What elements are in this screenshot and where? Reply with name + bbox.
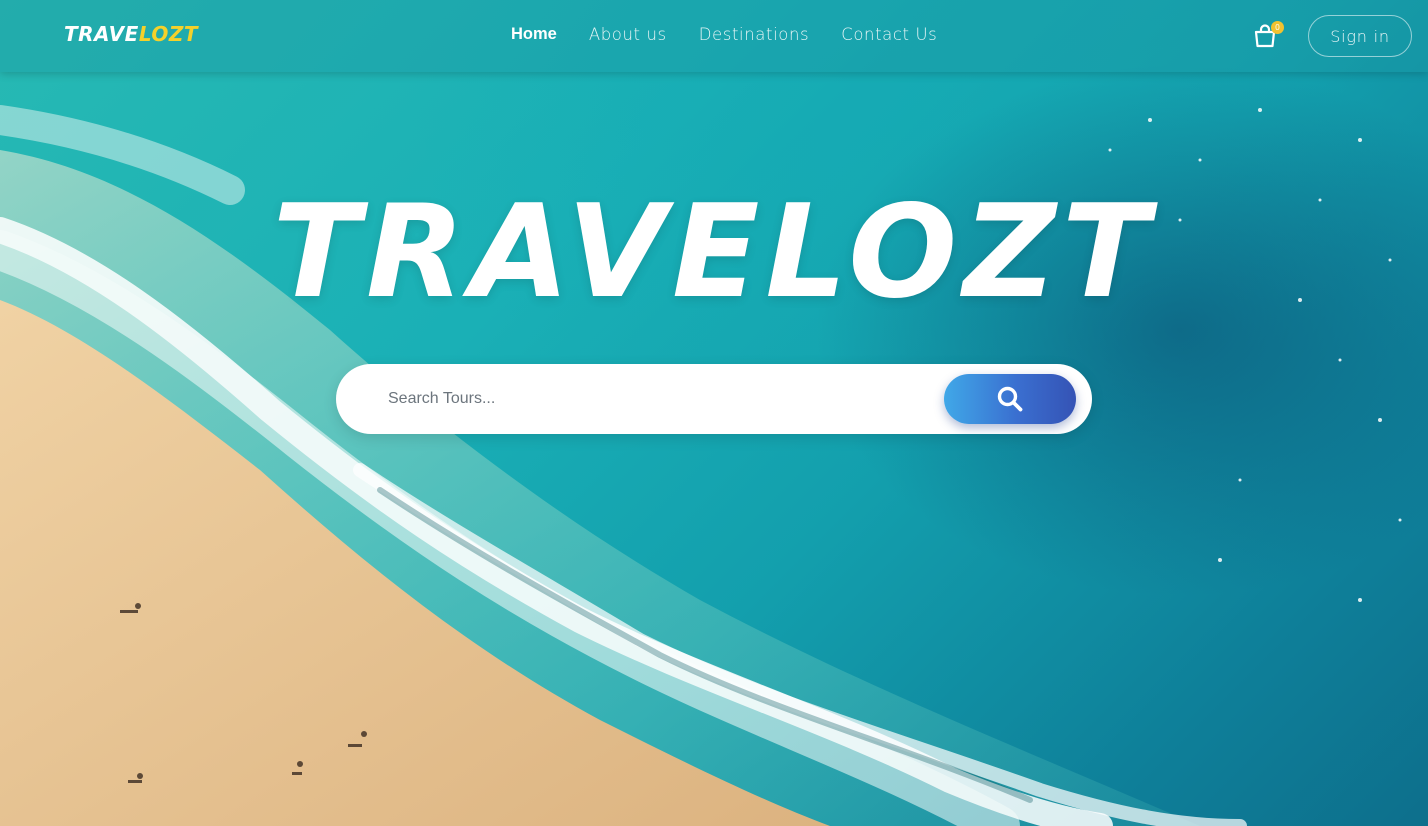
search-icon (997, 386, 1023, 412)
sign-in-button[interactable]: Sign in (1308, 15, 1412, 57)
main-nav: Home About us Destinations Contact Us (511, 25, 937, 44)
nav-home[interactable]: Home (511, 25, 557, 44)
hero-title: TRAVELOZT (272, 178, 1156, 327)
logo-text-primary: TRAVE (64, 22, 139, 46)
cart-count-badge: 0 (1271, 21, 1284, 34)
search-tours-input[interactable] (388, 384, 928, 414)
search-button[interactable] (944, 374, 1076, 424)
top-navbar: TRAVELOZT Home About us Destinations Con… (0, 0, 1428, 72)
tour-search-bar (336, 364, 1092, 434)
nav-contact-us[interactable]: Contact Us (841, 25, 937, 44)
nav-destinations[interactable]: Destinations (699, 25, 809, 44)
brand-logo[interactable]: TRAVELOZT (64, 22, 198, 46)
nav-about-us[interactable]: About us (589, 25, 667, 44)
logo-text-accent: LOZT (138, 22, 198, 46)
